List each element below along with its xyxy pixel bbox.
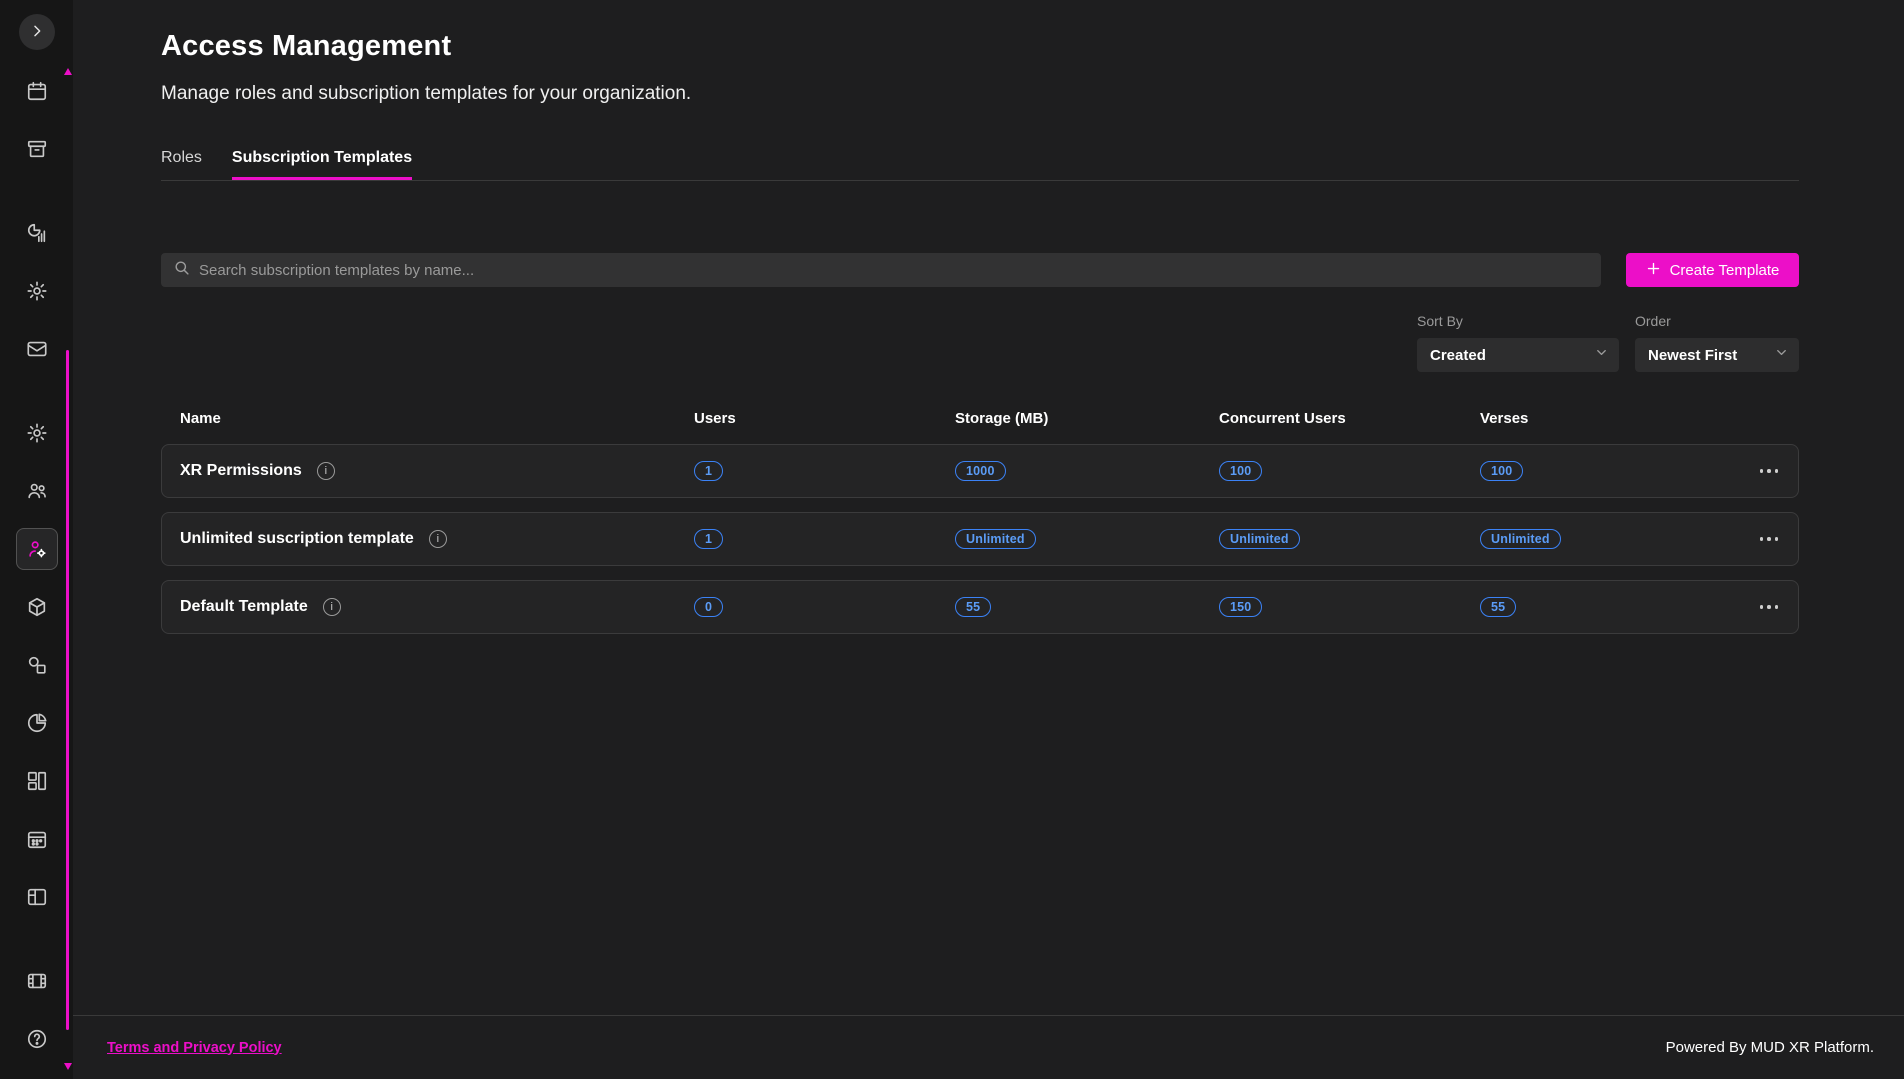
sidebar-icon-list bbox=[16, 70, 58, 1076]
row-actions-button[interactable] bbox=[1758, 599, 1781, 615]
users-badge: 1 bbox=[694, 529, 723, 549]
gear-icon bbox=[26, 422, 48, 444]
sidebar-item-analytics[interactable] bbox=[16, 212, 58, 254]
sort-by-value: Created bbox=[1430, 347, 1486, 364]
sidebar-item-help[interactable] bbox=[16, 1018, 58, 1060]
users-badge: 0 bbox=[694, 597, 723, 617]
shapes-icon bbox=[26, 654, 48, 676]
order-label: Order bbox=[1635, 313, 1799, 329]
sidebar-item-film[interactable] bbox=[16, 960, 58, 1002]
help-icon bbox=[26, 1028, 48, 1050]
table-header: Name Users Storage (MB) Concurrent Users… bbox=[161, 410, 1799, 427]
chevron-right-icon bbox=[29, 23, 45, 42]
sidebar-item-users[interactable] bbox=[16, 470, 58, 512]
column-header-name: Name bbox=[180, 410, 694, 427]
create-template-button[interactable]: Create Template bbox=[1626, 253, 1799, 287]
storage-badge: Unlimited bbox=[955, 529, 1036, 549]
sort-by-select[interactable]: Created bbox=[1417, 338, 1619, 372]
sidebar-item-calendar-dots[interactable] bbox=[16, 818, 58, 860]
sidebar-item-cube[interactable] bbox=[16, 586, 58, 628]
users-badge: 1 bbox=[694, 461, 723, 481]
table-body: XR Permissions i 1 1000 100 100 Unlimite… bbox=[161, 444, 1799, 634]
table-row: Default Template i 0 55 150 55 bbox=[161, 580, 1799, 634]
sidebar-scrollbar[interactable] bbox=[63, 68, 72, 1070]
sort-by-label: Sort By bbox=[1417, 313, 1619, 329]
column-header-users: Users bbox=[694, 410, 955, 427]
sidebar-item-archive[interactable] bbox=[16, 128, 58, 170]
search-input[interactable] bbox=[199, 262, 1589, 279]
concurrent-users-badge: 150 bbox=[1219, 597, 1262, 617]
search-box[interactable] bbox=[161, 253, 1601, 287]
template-name: Default Template bbox=[180, 598, 308, 616]
calendar-icon bbox=[26, 80, 48, 102]
tab-bar: Roles Subscription Templates bbox=[161, 149, 1799, 181]
storage-badge: 1000 bbox=[955, 461, 1006, 481]
info-icon[interactable]: i bbox=[429, 530, 447, 548]
create-template-label: Create Template bbox=[1670, 262, 1780, 279]
footer: Terms and Privacy Policy Powered By MUD … bbox=[73, 1015, 1904, 1079]
sidebar-item-settings-alt[interactable] bbox=[16, 412, 58, 454]
sidebar-item-panel[interactable] bbox=[16, 876, 58, 918]
column-header-concurrent-users: Concurrent Users bbox=[1219, 410, 1480, 427]
layout-grid-icon bbox=[26, 770, 48, 792]
scrollbar-down-arrow[interactable] bbox=[64, 1063, 72, 1070]
order-select[interactable]: Newest First bbox=[1635, 338, 1799, 372]
order-group: Order Newest First bbox=[1635, 313, 1799, 372]
analytics-icon bbox=[26, 222, 48, 244]
template-name: XR Permissions bbox=[180, 462, 302, 480]
scrollbar-up-arrow[interactable] bbox=[64, 68, 72, 75]
gear-icon bbox=[26, 280, 48, 302]
sidebar-expand-button[interactable] bbox=[19, 14, 55, 50]
filters: Sort By Created Order Newest First bbox=[161, 313, 1799, 372]
sidebar-item-pie-chart[interactable] bbox=[16, 702, 58, 744]
sidebar-item-roles-permissions[interactable] bbox=[16, 528, 58, 570]
sidebar bbox=[0, 0, 73, 1079]
concurrent-users-badge: 100 bbox=[1219, 461, 1262, 481]
archive-icon bbox=[26, 138, 48, 160]
pie-chart-icon bbox=[26, 712, 48, 734]
row-actions-button[interactable] bbox=[1758, 531, 1781, 547]
mail-icon bbox=[26, 338, 48, 360]
page-title: Access Management bbox=[161, 30, 1799, 63]
sidebar-item-mail[interactable] bbox=[16, 328, 58, 370]
info-icon[interactable]: i bbox=[317, 462, 335, 480]
table-row: Unlimited suscription template i 1 Unlim… bbox=[161, 512, 1799, 566]
info-icon[interactable]: i bbox=[323, 598, 341, 616]
page-subtitle: Manage roles and subscription templates … bbox=[161, 83, 1799, 105]
main-content: Access Management Manage roles and subsc… bbox=[73, 0, 1904, 1079]
template-name: Unlimited suscription template bbox=[180, 530, 414, 548]
chevron-down-icon bbox=[1580, 345, 1609, 365]
plus-icon bbox=[1646, 261, 1661, 280]
roles-permissions-icon bbox=[26, 538, 48, 560]
sidebar-item-calendar[interactable] bbox=[16, 70, 58, 112]
table-row: XR Permissions i 1 1000 100 100 bbox=[161, 444, 1799, 498]
film-icon bbox=[26, 970, 48, 992]
row-actions-button[interactable] bbox=[1758, 463, 1781, 479]
toolbar: Create Template bbox=[161, 253, 1799, 287]
chevron-down-icon bbox=[1760, 345, 1789, 365]
verses-badge: Unlimited bbox=[1480, 529, 1561, 549]
sidebar-item-shapes[interactable] bbox=[16, 644, 58, 686]
tab-roles[interactable]: Roles bbox=[161, 149, 202, 180]
storage-badge: 55 bbox=[955, 597, 991, 617]
sort-by-group: Sort By Created bbox=[1417, 313, 1619, 372]
sidebar-item-settings[interactable] bbox=[16, 270, 58, 312]
verses-badge: 100 bbox=[1480, 461, 1523, 481]
powered-by-text: Powered By MUD XR Platform. bbox=[1666, 1039, 1874, 1056]
verses-badge: 55 bbox=[1480, 597, 1516, 617]
concurrent-users-badge: Unlimited bbox=[1219, 529, 1300, 549]
tab-subscription-templates[interactable]: Subscription Templates bbox=[232, 149, 412, 180]
sidebar-item-layout-grid[interactable] bbox=[16, 760, 58, 802]
terms-privacy-link[interactable]: Terms and Privacy Policy bbox=[107, 1040, 282, 1056]
column-header-storage: Storage (MB) bbox=[955, 410, 1219, 427]
calendar-dots-icon bbox=[26, 828, 48, 850]
users-icon bbox=[26, 480, 48, 502]
column-header-verses: Verses bbox=[1480, 410, 1720, 427]
search-icon bbox=[173, 259, 190, 281]
cube-icon bbox=[26, 596, 48, 618]
panel-layout-icon bbox=[26, 886, 48, 908]
scrollbar-thumb[interactable] bbox=[66, 350, 69, 1030]
order-value: Newest First bbox=[1648, 347, 1737, 364]
